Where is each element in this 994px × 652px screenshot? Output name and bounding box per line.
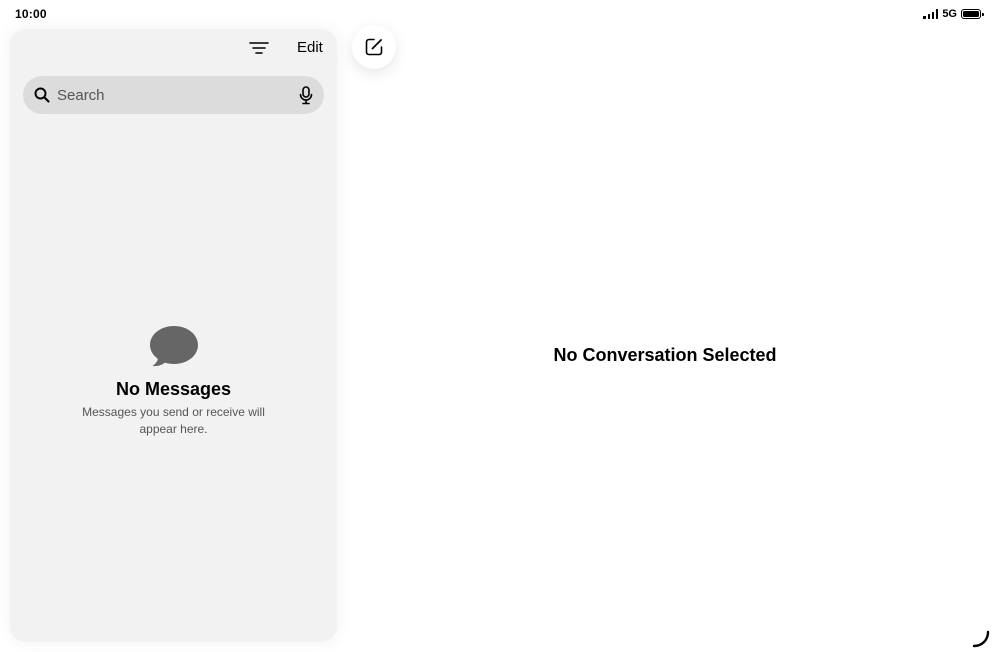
filter-button[interactable] [248,39,270,57]
search-bar[interactable] [23,76,324,114]
battery-icon [961,9,984,19]
status-time: 10:00 [15,7,47,21]
status-indicators: 5G [923,7,984,21]
empty-state-description: Messages you send or receive will appear… [82,405,265,436]
battery-level [963,11,979,17]
resize-corner-icon [972,630,990,648]
no-conversation-selected: No Conversation Selected [553,345,777,365]
compose-icon [365,38,383,56]
search-icon [34,87,50,103]
empty-state-title: No Messages [115,379,232,399]
edit-button[interactable]: Edit [297,39,323,56]
network-type: 5G [942,8,957,20]
microphone-icon[interactable] [298,85,314,105]
message-bubble-icon [149,326,198,367]
filter-icon [249,42,269,54]
search-input[interactable] [57,76,298,114]
empty-state: No Messages Messages you send or receive… [10,325,337,438]
conversation-sidebar: Edit No Messages Messages you send or re… [10,29,337,642]
compose-button[interactable] [352,25,396,69]
cellular-signal-icon [923,9,939,19]
